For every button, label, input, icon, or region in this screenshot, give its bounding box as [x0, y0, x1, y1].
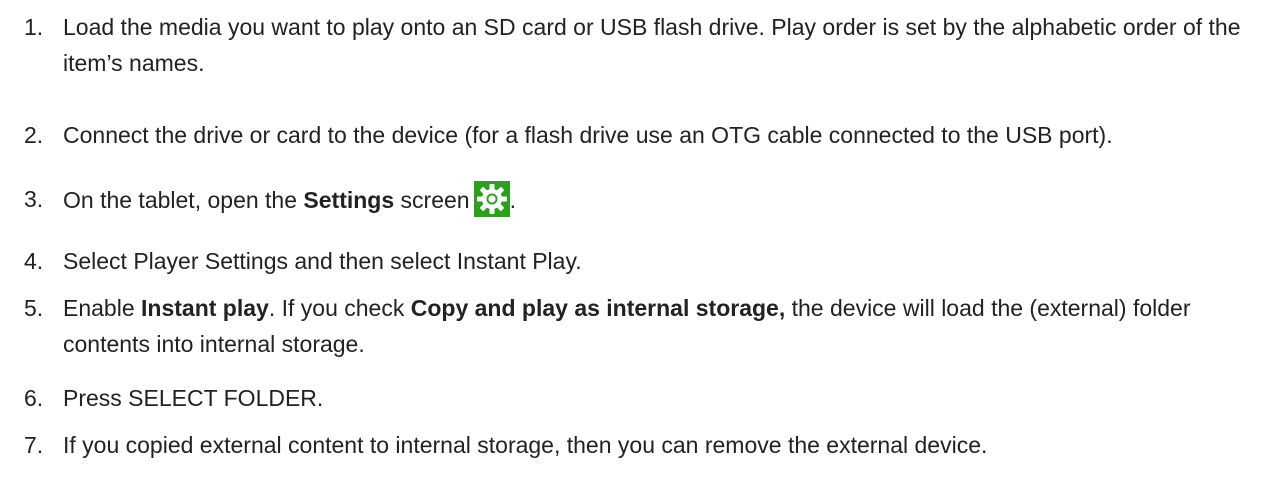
step-text-part: On the tablet, open the: [63, 187, 304, 213]
step-text-part: screen: [394, 187, 470, 213]
instant-play-label: Instant play: [141, 295, 269, 321]
step-text-part: Enable: [63, 295, 142, 321]
step-number: 2.: [24, 122, 44, 148]
step-text: On the tablet, open the Settings screen …: [63, 181, 1258, 218]
step-text: If you copied external content to intern…: [63, 432, 988, 458]
copy-and-play-label: Copy and play as internal storage,: [410, 295, 786, 321]
step-number: 1.: [24, 14, 44, 40]
step-text-part: .: [509, 187, 516, 213]
step-text: Enable Instant play. If you check Copy a…: [63, 290, 1258, 362]
step-number: 3.: [24, 186, 44, 212]
step-text-part: . If you check: [268, 295, 411, 321]
step-text: Select Player Settings and then select I…: [63, 248, 582, 274]
step-text: Connect the drive or card to the device …: [63, 122, 1113, 148]
step-number: 6.: [24, 385, 44, 411]
step-number: 5.: [24, 295, 44, 321]
step-text: Press SELECT FOLDER.: [63, 385, 324, 411]
settings-gear-icon: [473, 181, 510, 217]
step-number: 4.: [24, 248, 44, 274]
step-number: 7.: [24, 432, 44, 458]
settings-label: Settings: [303, 187, 395, 213]
step-text: Load the media you want to play onto an …: [63, 14, 1241, 76]
